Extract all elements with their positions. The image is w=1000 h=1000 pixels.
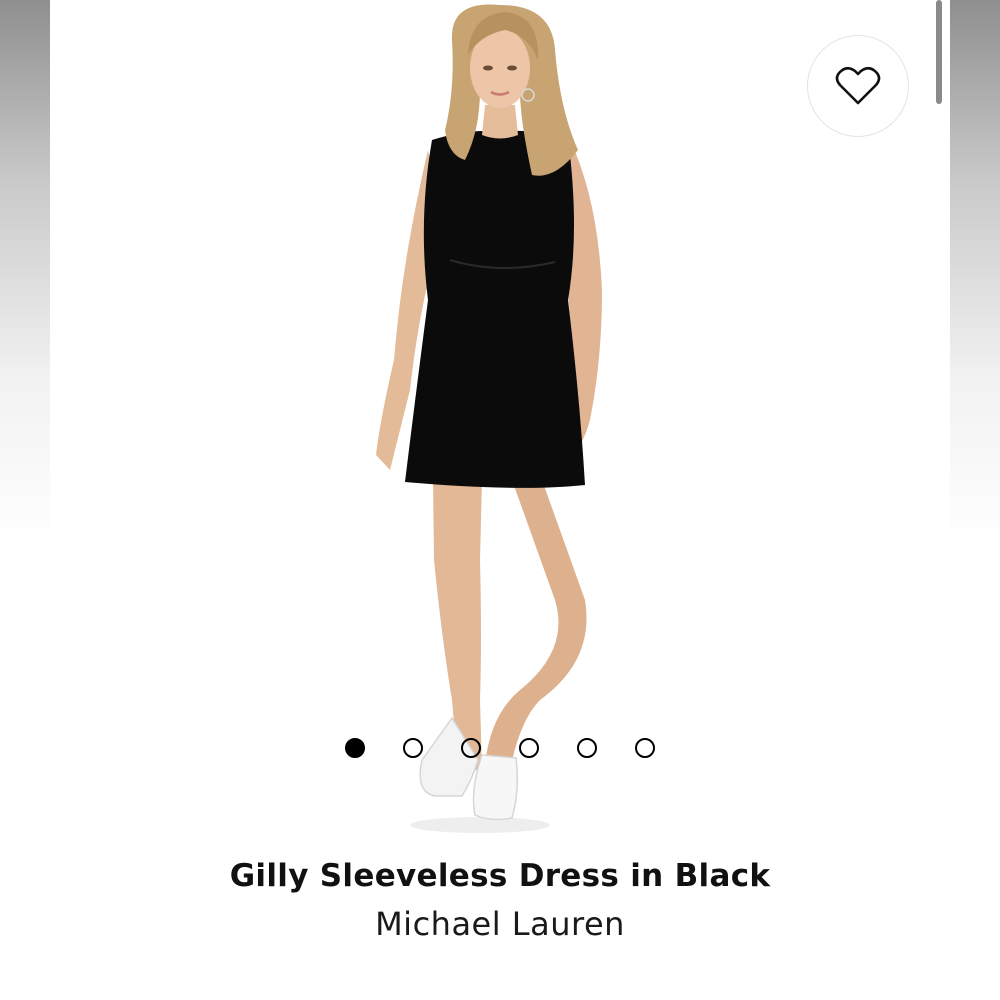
gallery-dot-3[interactable] — [461, 738, 481, 758]
background-blur-right — [950, 0, 1000, 1000]
gallery-dot-1[interactable] — [345, 738, 365, 758]
gallery-pagination — [50, 738, 950, 760]
product-photo[interactable] — [50, 0, 950, 840]
gallery-dot-2[interactable] — [403, 738, 423, 758]
gallery-dot-5[interactable] — [577, 738, 597, 758]
gallery-dot-4[interactable] — [519, 738, 539, 758]
brand-name[interactable]: Michael Lauren — [50, 905, 950, 943]
background-blur-left — [0, 0, 50, 1000]
heart-icon — [835, 66, 881, 105]
product-title: Gilly Sleeveless Dress in Black — [229, 858, 771, 894]
gallery-dot-6[interactable] — [635, 738, 655, 758]
scrollbar[interactable] — [936, 0, 942, 104]
favorite-button[interactable] — [807, 35, 909, 137]
product-screen: Gilly Sleeveless Dress in Black Michael … — [50, 0, 950, 1000]
